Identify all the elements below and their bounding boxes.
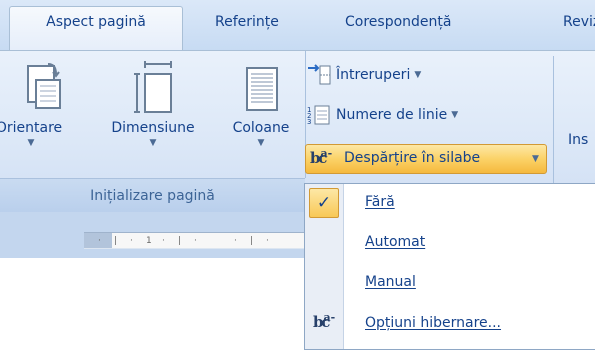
next-group-button-partial[interactable]: Ins: [568, 132, 588, 148]
ruler-tick: ·: [266, 236, 269, 246]
chevron-down-icon: ▼: [414, 70, 422, 80]
breaks-label: Întreruperi: [336, 67, 411, 83]
ruler-tick: |: [114, 236, 118, 246]
breaks-button[interactable]: Întreruperi ▼: [306, 64, 421, 86]
ruler-tick: ·: [194, 236, 197, 246]
horizontal-ruler[interactable]: · | · 1 · | · · | ·: [84, 232, 305, 249]
ruler-tick: ·: [162, 236, 165, 246]
ruler-tick: ·: [98, 236, 101, 246]
tab-page-layout[interactable]: Aspect pagină: [9, 6, 183, 50]
ruler-number: 1: [146, 236, 152, 246]
columns-label: Coloane: [232, 120, 290, 136]
chevron-down-icon: ▼: [27, 138, 35, 148]
page-breaks-icon: [308, 64, 331, 85]
ruler-tick: ·: [130, 236, 133, 246]
chevron-down-icon: ▼: [149, 138, 157, 148]
orientation-label: Orientare: [0, 120, 63, 136]
size-label: Dimensiune: [111, 120, 195, 136]
hyphenation-button[interactable]: ba-c Despărțire în silabe ▼: [305, 144, 547, 174]
hyphenation-options-icon: ba-c: [313, 311, 336, 331]
hyphenation-menu: ✓ Fără Automat Manual ba-c Opțiuni hiber…: [304, 183, 595, 350]
page-size-icon: [134, 61, 172, 113]
tab-review[interactable]: Reviz: [563, 14, 595, 30]
columns-button[interactable]: Coloane ▼: [218, 60, 304, 148]
line-numbers-icon: 1 2 3: [307, 105, 330, 126]
menu-item-none[interactable]: Fără: [365, 194, 395, 210]
ruler-tick: ·: [234, 236, 237, 246]
menu-item-hyphenation-options[interactable]: Opțiuni hibernare...: [365, 315, 501, 331]
hyphenation-label: Despărțire în silabe: [344, 150, 481, 166]
line-numbers-button[interactable]: 1 2 3 Numere de linie ▼: [306, 104, 458, 126]
columns-icon: [246, 67, 278, 111]
chevron-down-icon: ▼: [532, 154, 539, 164]
menu-item-manual[interactable]: Manual: [365, 274, 416, 290]
size-button[interactable]: Dimensiune ▼: [88, 60, 218, 148]
orientation-button[interactable]: Orientare ▼: [0, 60, 86, 148]
tab-mailings[interactable]: Corespondență: [345, 14, 451, 30]
ribbon-tab-bar: Aspect pagină Referințe Corespondență Re…: [0, 0, 595, 50]
orientation-icon: [27, 63, 61, 109]
hyphenation-icon: ba-c: [310, 147, 333, 167]
checkmark-icon: ✓: [309, 188, 339, 218]
chevron-down-icon: ▼: [257, 138, 265, 148]
line-numbers-label: Numere de linie: [336, 107, 448, 123]
ruler-tick: |: [250, 236, 254, 246]
tab-references[interactable]: Referințe: [215, 14, 279, 30]
svg-text:3: 3: [307, 118, 311, 126]
chevron-down-icon: ▼: [451, 110, 459, 120]
group-label: Inițializare pagină: [90, 188, 215, 204]
ruler-tick: |: [178, 236, 182, 246]
menu-item-automatic[interactable]: Automat: [365, 234, 425, 250]
